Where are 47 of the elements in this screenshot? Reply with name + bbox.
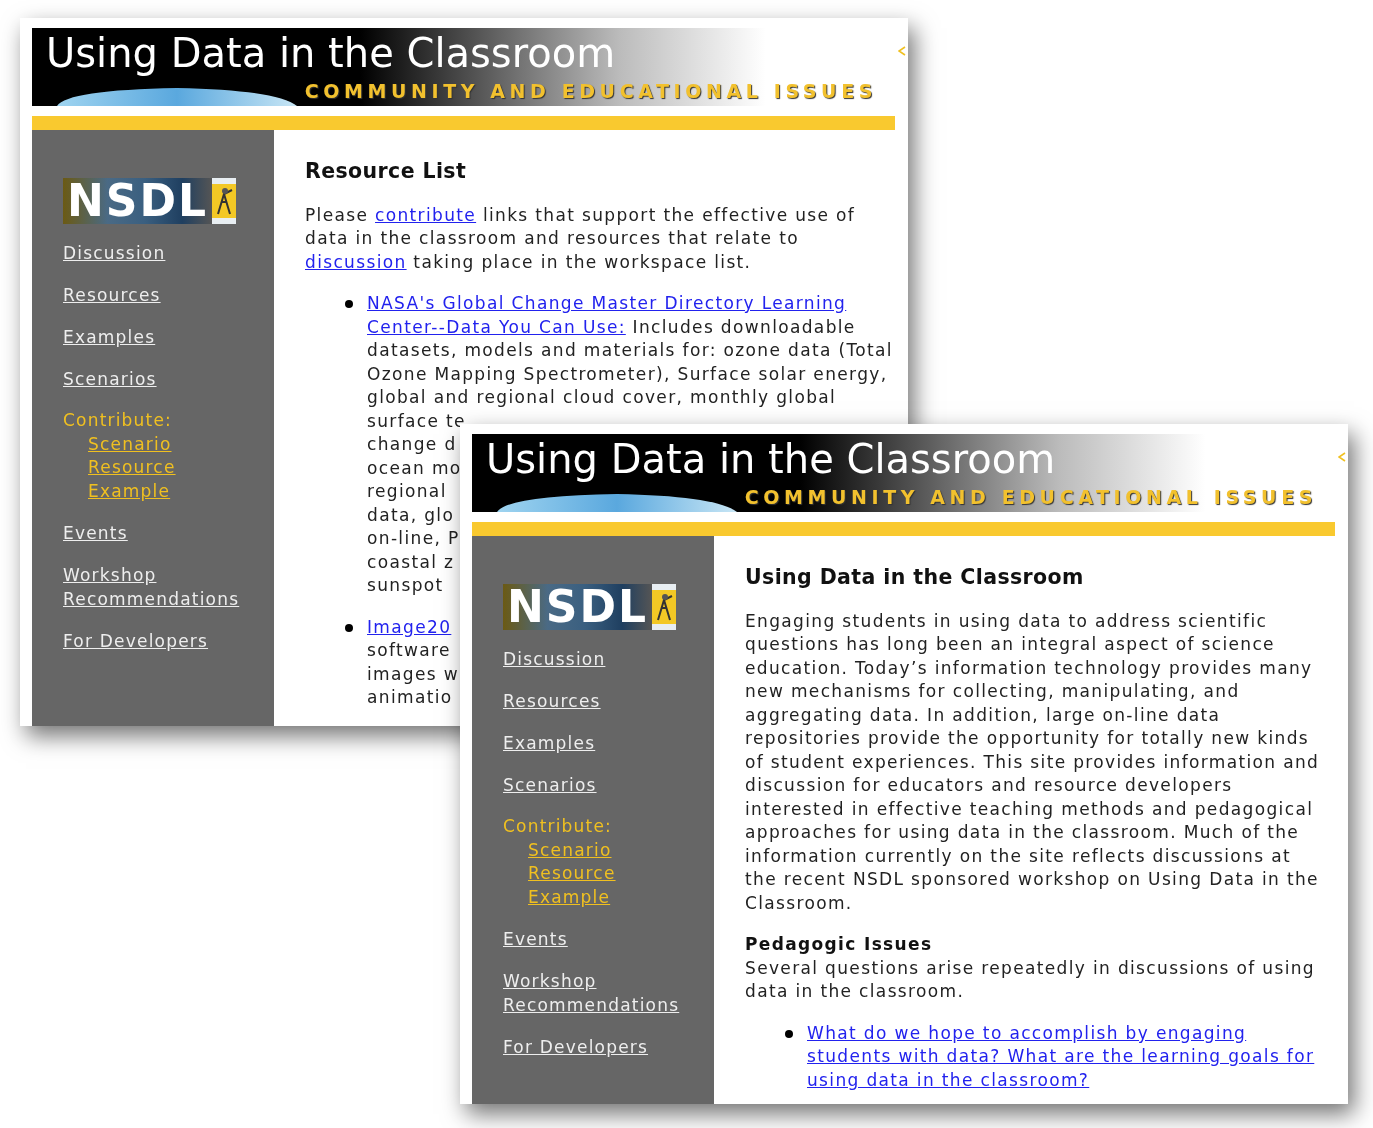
page-heading: Using Data in the Classroom bbox=[745, 566, 1085, 590]
nav-link[interactable]: Resources bbox=[503, 689, 601, 713]
nav-link[interactable]: For Developers bbox=[503, 1035, 649, 1059]
nav-link[interactable]: For Developers bbox=[63, 629, 209, 653]
nav-sublink[interactable]: Resource bbox=[88, 456, 176, 480]
text-link[interactable]: Image20 bbox=[367, 616, 452, 637]
text-link[interactable]: NASA's Global Change Master Directory Learning bbox=[367, 293, 847, 313]
site-title: Using Data in the Classroom bbox=[45, 29, 617, 78]
nav-link[interactable]: Workshop Recommendations bbox=[503, 969, 693, 1017]
nav-link[interactable]: Examples bbox=[503, 731, 596, 755]
paragraph: Please contribute links that support the effective use of data in the classroom and resources that relate to discussion taking place in the workspace list. bbox=[305, 203, 857, 274]
nav-link[interactable]: Scenarios bbox=[503, 773, 597, 797]
nav-group-label: Contribute: bbox=[503, 815, 613, 838]
nav-sublink[interactable]: Example bbox=[528, 885, 611, 909]
nav-link[interactable]: Workshop Recommendations bbox=[63, 563, 253, 611]
figure-icon bbox=[652, 590, 677, 624]
nav-link[interactable]: Examples bbox=[63, 325, 156, 349]
nav-link[interactable]: Resources bbox=[63, 283, 161, 307]
nav-sublink[interactable]: Example bbox=[88, 479, 171, 503]
logo-text: NSDL bbox=[63, 178, 213, 224]
site-title: Using Data in the Classroom bbox=[485, 435, 1057, 484]
text-link[interactable]: What do we hope to accomplish by engaging students with data? What are the learning goals for using data in the classroom? bbox=[807, 1021, 1326, 1092]
bullet-icon bbox=[345, 623, 353, 632]
paragraph: Engaging students in using data to address scientific questions has long been an integral aspect of science education. Today’s information technology provides many new mechanisms for collecting, manipulating, and aggregating data. In addition, large on-line data repositories provide the opportunity for totally new kinds of student experiences. This site provides information and discussion for educators and resource developers interested in effective teaching methods and pedagogical approaches for using data in the classroom. Much of the information currently on the site reflects discussions at the recent NSDL sponsored workshop on Using Data in the Classroom. bbox=[745, 609, 1321, 915]
page-heading: Resource List bbox=[305, 160, 468, 184]
nav-link[interactable]: Scenarios bbox=[63, 367, 157, 391]
nav-sublink[interactable]: Scenario bbox=[88, 432, 172, 456]
text-link[interactable]: discussion bbox=[305, 251, 407, 272]
paragraph: Several questions arise repeatedly in discussions of using data in the classroom. bbox=[745, 956, 1316, 1003]
nav-sublink[interactable]: Resource bbox=[528, 862, 616, 886]
nav-link[interactable]: Events bbox=[503, 927, 568, 951]
nav-link[interactable]: Events bbox=[63, 521, 128, 545]
site-subtitle: COMMUNITY AND EDUCATIONAL ISSUES bbox=[304, 80, 877, 102]
logo-text: NSDL bbox=[503, 584, 653, 630]
bullet-icon bbox=[345, 300, 353, 308]
site-subtitle: COMMUNITY AND EDUCATIONAL ISSUES bbox=[744, 486, 1317, 508]
chevron-icon bbox=[898, 46, 906, 56]
section-heading: Pedagogic Issues bbox=[745, 933, 934, 956]
figure-icon bbox=[212, 184, 237, 218]
chevron-icon bbox=[1338, 452, 1346, 462]
nav-link[interactable]: Discussion bbox=[63, 241, 166, 265]
nav-sublink[interactable]: Scenario bbox=[528, 838, 612, 862]
text-link[interactable]: contribute bbox=[375, 204, 477, 225]
text-link[interactable]: Center--Data You Can Use: bbox=[367, 316, 626, 337]
nav-group-label: Contribute: bbox=[63, 409, 173, 432]
nav-link[interactable]: Discussion bbox=[503, 647, 606, 671]
bullet-icon bbox=[785, 1029, 793, 1038]
